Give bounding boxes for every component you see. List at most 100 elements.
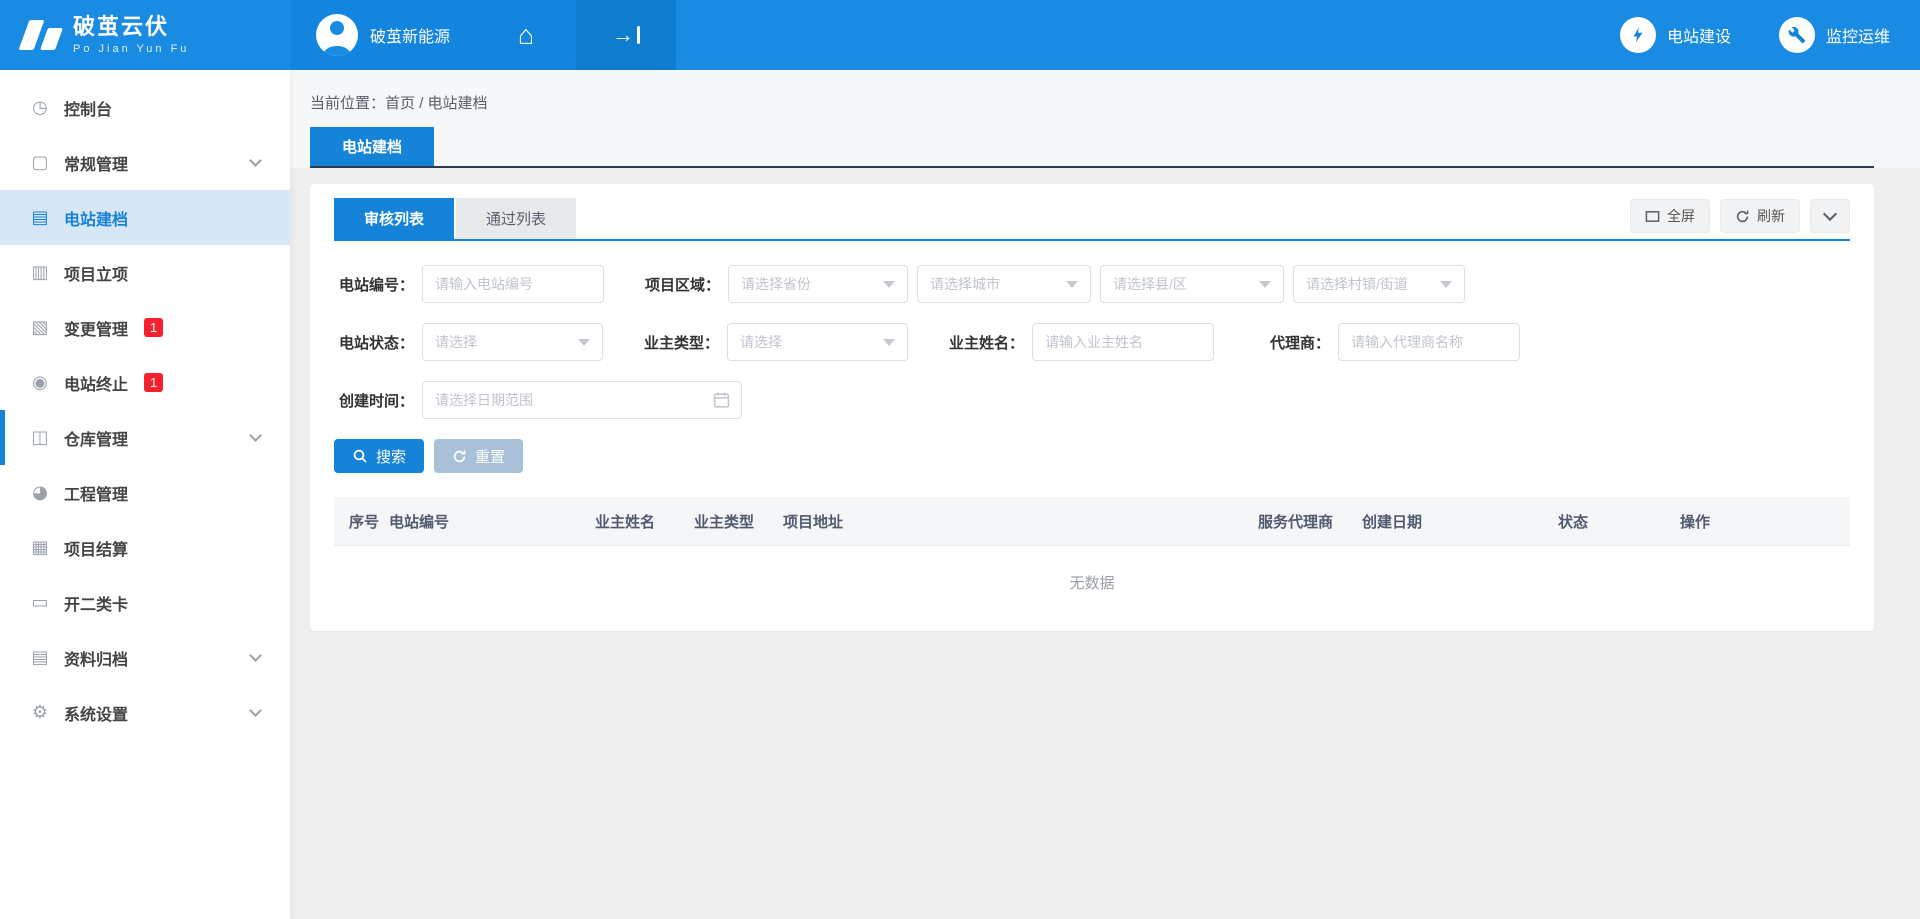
sidebar: ◷ 控制台 ▢ 常规管理 ▤ 电站建档 ▥ 项目立项 ▧ 变更管理 1 ◉ 电站… bbox=[0, 70, 290, 919]
home-button[interactable]: ⌂ bbox=[476, 0, 576, 70]
dashboard-icon: ◷ bbox=[28, 97, 52, 118]
sidebar-item-open-card[interactable]: ▭ 开二类卡 bbox=[0, 575, 290, 630]
filter-panel: 电站编号： 项目区域： 请选择省份 请选择城市 bbox=[334, 265, 1850, 419]
town-select[interactable]: 请选择村镇/街道 bbox=[1293, 265, 1465, 303]
breadcrumb: 当前位置：首页 / 电站建档 bbox=[310, 70, 1874, 113]
sidebar-item-console[interactable]: ◷ 控制台 bbox=[0, 80, 290, 135]
reset-button[interactable]: 重置 bbox=[434, 439, 523, 473]
search-label: 搜索 bbox=[376, 446, 406, 467]
terminate-icon: ◉ bbox=[28, 372, 52, 393]
filter-agent: 代理商： bbox=[1250, 323, 1520, 361]
filter-row: 创建时间： bbox=[334, 381, 1850, 419]
breadcrumb-home[interactable]: 首页 bbox=[385, 95, 415, 112]
search-button[interactable]: 搜索 bbox=[334, 439, 424, 473]
filter-label: 项目区域： bbox=[640, 274, 720, 295]
notification-badge: 1 bbox=[144, 318, 163, 337]
sidebar-item-label: 电站终止 bbox=[64, 371, 128, 395]
filter-label: 电站状态： bbox=[334, 332, 414, 353]
refresh-icon bbox=[1735, 209, 1750, 224]
city-select[interactable]: 请选择城市 bbox=[917, 265, 1091, 303]
filter-label: 业主姓名： bbox=[944, 332, 1024, 353]
logo-subtitle: Po Jian Yun Fu bbox=[73, 43, 189, 55]
sidebar-item-label: 常规管理 bbox=[64, 151, 128, 175]
logout-button[interactable]: → bbox=[576, 0, 676, 70]
column-header: 创建日期 bbox=[1362, 511, 1558, 532]
wrench-icon bbox=[1779, 17, 1815, 53]
sidebar-item-label: 电站建档 bbox=[64, 206, 128, 230]
nav-label: 监控运维 bbox=[1826, 23, 1890, 47]
select-placeholder: 请选择 bbox=[740, 332, 782, 352]
fullscreen-button[interactable]: 全屏 bbox=[1630, 199, 1710, 233]
select-placeholder: 请选择省份 bbox=[741, 274, 811, 294]
user-section[interactable]: 破茧新能源 bbox=[290, 0, 476, 70]
filter-row: 电站编号： 项目区域： 请选择省份 请选择城市 bbox=[334, 265, 1850, 303]
filter-label: 业主类型： bbox=[639, 332, 719, 353]
station-no-input[interactable] bbox=[422, 265, 604, 303]
station-status-select[interactable]: 请选择 bbox=[422, 323, 603, 361]
document-icon: ▤ bbox=[28, 207, 52, 228]
sidebar-item-project-settlement[interactable]: ▦ 项目结算 bbox=[0, 520, 290, 575]
column-header: 项目地址 bbox=[783, 511, 1258, 532]
filter-station-status: 电站状态： 请选择 bbox=[334, 323, 603, 361]
company-name: 破茧新能源 bbox=[370, 23, 450, 47]
nav-station-build[interactable]: 电站建设 bbox=[1596, 0, 1755, 70]
owner-name-input[interactable] bbox=[1032, 323, 1214, 361]
nav-monitor-ops[interactable]: 监控运维 bbox=[1755, 0, 1920, 70]
breadcrumb-current: 电站建档 bbox=[428, 95, 488, 112]
logo-icon bbox=[24, 20, 59, 50]
warehouse-icon: ◫ bbox=[28, 427, 52, 448]
chevron-down-icon bbox=[249, 649, 262, 662]
caret-down-icon bbox=[883, 281, 895, 288]
sidebar-item-label: 系统设置 bbox=[64, 701, 128, 725]
filter-station-no: 电站编号： bbox=[334, 265, 604, 303]
sidebar-item-project-initiation[interactable]: ▥ 项目立项 bbox=[0, 245, 290, 300]
content-area: 审核列表 通过列表 全屏 刷新 bbox=[290, 168, 1920, 631]
tab-review-list[interactable]: 审核列表 bbox=[334, 198, 454, 239]
change-icon: ▧ bbox=[28, 317, 52, 338]
page-tab-station-archive[interactable]: 电站建档 bbox=[310, 127, 434, 166]
collapse-button[interactable] bbox=[1810, 199, 1850, 233]
monitor-icon: ▢ bbox=[28, 152, 52, 173]
sidebar-item-station-terminate[interactable]: ◉ 电站终止 1 bbox=[0, 355, 290, 410]
date-range-input[interactable] bbox=[422, 381, 742, 419]
sidebar-item-warehouse-mgmt[interactable]: ◫ 仓库管理 bbox=[0, 410, 290, 465]
top-strip: 当前位置：首页 / 电站建档 电站建档 bbox=[290, 70, 1920, 168]
card-tabs: 审核列表 通过列表 全屏 刷新 bbox=[334, 198, 1850, 241]
sidebar-item-engineering-mgmt[interactable]: ◕ 工程管理 bbox=[0, 465, 290, 520]
column-header: 操作 bbox=[1680, 511, 1850, 532]
search-icon bbox=[352, 448, 368, 464]
sidebar-item-label: 仓库管理 bbox=[64, 426, 128, 450]
sidebar-item-label: 项目立项 bbox=[64, 261, 128, 285]
sidebar-item-change-mgmt[interactable]: ▧ 变更管理 1 bbox=[0, 300, 290, 355]
caret-down-icon bbox=[578, 339, 590, 346]
sidebar-item-label: 项目结算 bbox=[64, 536, 128, 560]
breadcrumb-prefix: 当前位置： bbox=[310, 95, 385, 112]
province-select[interactable]: 请选择省份 bbox=[728, 265, 908, 303]
county-select[interactable]: 请选择县/区 bbox=[1100, 265, 1284, 303]
agent-input[interactable] bbox=[1338, 323, 1520, 361]
caret-down-icon bbox=[1440, 281, 1452, 288]
logo[interactable]: 破茧云伏 Po Jian Yun Fu bbox=[0, 0, 290, 70]
filter-owner-type: 业主类型： 请选择 bbox=[639, 323, 908, 361]
engineering-icon: ◕ bbox=[28, 482, 52, 503]
sidebar-item-label: 控制台 bbox=[64, 96, 112, 120]
sidebar-item-station-archive[interactable]: ▤ 电站建档 bbox=[0, 190, 290, 245]
date-range-field bbox=[422, 381, 742, 419]
owner-type-select[interactable]: 请选择 bbox=[727, 323, 908, 361]
chevron-down-icon bbox=[249, 429, 262, 442]
sidebar-item-general-mgmt[interactable]: ▢ 常规管理 bbox=[0, 135, 290, 190]
sidebar-item-system-settings[interactable]: ⚙ 系统设置 bbox=[0, 685, 290, 740]
gear-icon: ⚙ bbox=[28, 702, 52, 723]
app-header: 破茧云伏 Po Jian Yun Fu 破茧新能源 ⌂ → 电站建设 监控运维 bbox=[0, 0, 1920, 70]
sidebar-item-label: 资料归档 bbox=[64, 646, 128, 670]
caret-down-icon bbox=[1259, 281, 1271, 288]
logo-title: 破茧云伏 bbox=[73, 15, 189, 39]
tab-passed-list[interactable]: 通过列表 bbox=[456, 198, 576, 239]
lightning-icon bbox=[1620, 17, 1656, 53]
sidebar-item-data-archive[interactable]: ▤ 资料归档 bbox=[0, 630, 290, 685]
nav-label: 电站建设 bbox=[1667, 23, 1731, 47]
refresh-button[interactable]: 刷新 bbox=[1720, 199, 1800, 233]
breadcrumb-separator: / bbox=[415, 95, 428, 112]
logo-text: 破茧云伏 Po Jian Yun Fu bbox=[73, 15, 189, 54]
filter-label: 电站编号： bbox=[334, 274, 414, 295]
